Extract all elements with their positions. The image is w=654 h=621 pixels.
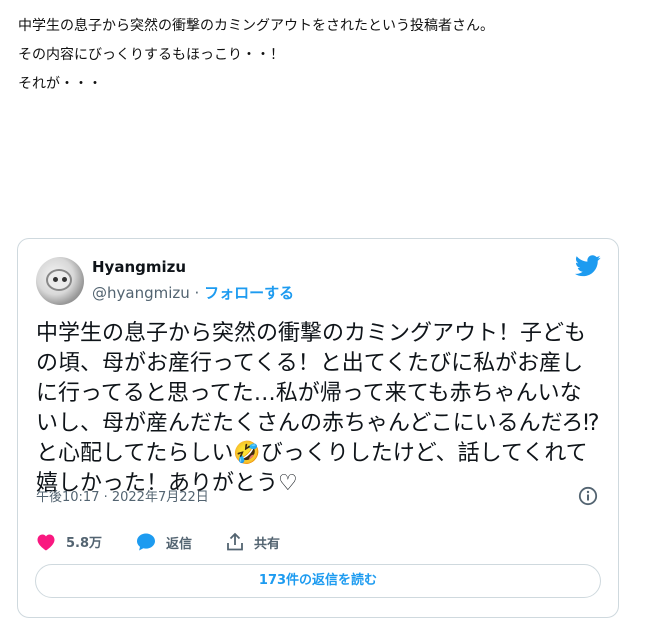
avatar[interactable] bbox=[36, 257, 84, 305]
twitter-bird-icon[interactable] bbox=[575, 255, 601, 277]
like-count: 5.8万 bbox=[66, 536, 103, 551]
handle-row: @hyangmizu · フォローする bbox=[92, 282, 294, 303]
read-replies-button[interactable]: 173件の返信を読む bbox=[35, 564, 601, 598]
author-name[interactable]: Hyangmizu bbox=[92, 258, 186, 276]
reply-button[interactable]: 返信 bbox=[136, 532, 192, 552]
reply-icon bbox=[137, 533, 155, 551]
rofl-emoji: 🤣 bbox=[233, 441, 261, 466]
handle-separator: · bbox=[189, 284, 205, 302]
info-icon[interactable] bbox=[578, 486, 598, 506]
follow-button[interactable]: フォローする bbox=[204, 284, 294, 302]
avatar-face bbox=[46, 269, 72, 291]
intro-line-2: その内容にびっくりするもほっこり・・！ bbox=[18, 47, 284, 63]
reply-label: 返信 bbox=[166, 536, 193, 552]
like-button[interactable]: 5.8万 bbox=[36, 532, 102, 551]
intro-text: 中学生の息子から突然の衝撃のカミングアウトをされたという投稿者さん。 その内容に… bbox=[18, 12, 494, 99]
intro-line-3: それが・・・ bbox=[18, 76, 102, 92]
tweet-timestamp[interactable]: 午後10:17 · 2022年7月22日 bbox=[36, 486, 209, 505]
share-label: 共有 bbox=[254, 536, 281, 552]
share-button[interactable]: 共有 bbox=[226, 532, 280, 552]
avatar-eye bbox=[53, 277, 58, 282]
avatar-eye bbox=[62, 277, 67, 282]
author-handle[interactable]: @hyangmizu bbox=[92, 284, 190, 302]
heart-icon bbox=[37, 534, 55, 550]
intro-line-1: 中学生の息子から突然の衝撃のカミングアウトをされたという投稿者さん。 bbox=[18, 18, 494, 34]
tweet-body: 中学生の息子から突然の衝撃のカミングアウト！子どもの頃、母がお産行ってくる！と出… bbox=[36, 319, 602, 499]
share-icon bbox=[227, 532, 243, 551]
embedded-tweet: Hyangmizu @hyangmizu · フォローする 中学生の息子から突然… bbox=[17, 238, 619, 618]
